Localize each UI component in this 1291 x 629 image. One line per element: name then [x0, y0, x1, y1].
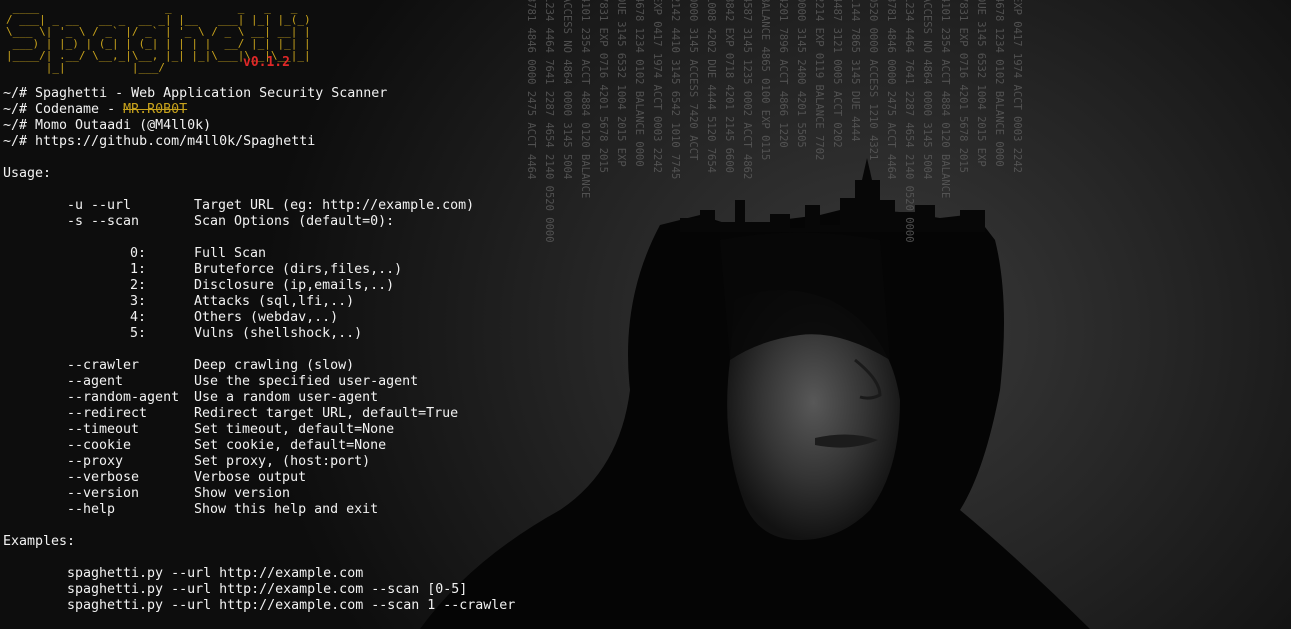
- matrix-column: 7831 EXP 0716 4201 5678 2015: [597, 0, 609, 174]
- option-row: -u --url Target URL (eg: http://example.…: [3, 198, 515, 214]
- banner-title: ~/# Spaghetti - Web Application Security…: [3, 86, 388, 101]
- matrix-column: BALANCE 4865 0100 EXP 0115: [759, 0, 771, 161]
- terminal-output: ____ _ _ _ _ / ___| _ __ __ _ __ _| |__ …: [3, 0, 515, 614]
- examples-heading: Examples:: [3, 534, 76, 549]
- option-row: --proxy Set proxy, (host:port): [3, 454, 515, 470]
- matrix-column: DUE 3145 6532 1004 2015 EXP: [975, 0, 987, 167]
- scan-desc: Vulns (shellshock,..): [194, 326, 363, 341]
- scan-option-row: 1: Bruteforce (dirs,files,..): [3, 262, 515, 278]
- option-desc: Set proxy, (host:port): [194, 454, 371, 469]
- option-flag: --random-agent: [67, 390, 180, 405]
- scan-number: 1:: [130, 262, 147, 277]
- scan-number: 3:: [130, 294, 147, 309]
- matrix-column: 8842 EXP 0718 4201 2145 6600: [723, 0, 735, 174]
- option-flag: --redirect: [67, 406, 148, 421]
- matrix-column: ACCESS NO 4864 0000 3145 5004: [561, 0, 573, 180]
- matrix-column: 3781 4846 0000 2475 ACCT 4464: [525, 0, 537, 180]
- option-desc: Use a random user-agent: [194, 390, 379, 405]
- matrix-column: 4678 1234 0102 BALANCE 0000: [633, 0, 645, 167]
- matrix-column: 1008 4202 DUE 4444 5120 7654: [705, 0, 717, 174]
- option-desc: Set timeout, default=None: [194, 422, 395, 437]
- option-flag: -s --scan: [67, 214, 140, 229]
- matrix-column: 3781 4846 0000 2475 ACCT 4464: [885, 0, 897, 180]
- option-desc: Target URL (eg: http://example.com): [194, 198, 475, 213]
- option-row: --random-agent Use a random user-agent: [3, 390, 515, 406]
- option-desc: Scan Options (default=0):: [194, 214, 395, 229]
- matrix-column: 1144 7865 3145 DUE 4444: [849, 0, 861, 142]
- scan-option-row: 4: Others (webdav,..): [3, 310, 515, 326]
- scan-desc: Others (webdav,..): [194, 310, 339, 325]
- matrix-column: 2214 EXP 0119 BALANCE 7702: [813, 0, 825, 161]
- option-flag: -u --url: [67, 198, 132, 213]
- scan-number: 2:: [130, 278, 147, 293]
- option-flag: --cookie: [67, 438, 132, 453]
- option-flag: --agent: [67, 374, 124, 389]
- option-row: --timeout Set timeout, default=None: [3, 422, 515, 438]
- matrix-column: EXP 0417 1974 ACCT 0003 2242: [651, 0, 663, 174]
- matrix-column: 0520 0000 ACCESS 1210 4321: [867, 0, 879, 161]
- usage-heading: Usage:: [3, 166, 52, 181]
- matrix-column: 4201 7896 ACCT 4866 1220: [777, 0, 789, 148]
- example-command: spaghetti.py --url http://example.com --…: [67, 598, 516, 613]
- matrix-column: 4101 2354 ACCT 4884 0120 BALANCE: [939, 0, 951, 199]
- matrix-column: 4487 3121 0005 ACCT 0202: [831, 0, 843, 148]
- option-desc: Redirect target URL, default=True: [194, 406, 459, 421]
- scan-option-row: 2: Disclosure (ip,emails,..): [3, 278, 515, 294]
- matrix-column: 4587 3145 1235 0002 ACCT 4862: [741, 0, 753, 180]
- option-row: --verbose Verbose output: [3, 470, 515, 486]
- codename-value: MR.R0B0T: [123, 102, 188, 117]
- example-command: spaghetti.py --url http://example.com: [67, 566, 364, 581]
- scan-number: 0:: [130, 246, 147, 261]
- scan-option-row: 5: Vulns (shellshock,..): [3, 326, 515, 342]
- matrix-column: 7831 EXP 0716 4201 5678 2015: [957, 0, 969, 174]
- option-flag: --proxy: [67, 454, 124, 469]
- version-label: v0.1.2: [243, 55, 290, 70]
- option-desc: Verbose output: [194, 470, 307, 485]
- option-desc: Use the specified user-agent: [194, 374, 419, 389]
- option-row: --cookie Set cookie, default=None: [3, 438, 515, 454]
- option-row: --help Show this help and exit: [3, 502, 515, 518]
- option-flag: --verbose: [67, 470, 140, 485]
- matrix-column: 0000 3145 2400 4201 5505: [795, 0, 807, 148]
- option-row: --crawler Deep crawling (slow): [3, 358, 515, 374]
- matrix-column: EXP 0417 1974 ACCT 0003 2242: [1011, 0, 1023, 174]
- terminal-window[interactable]: 3781 4846 0000 2475 ACCT 4464 1234 4464 …: [0, 0, 1291, 629]
- scan-option-row: 0: Full Scan: [3, 246, 515, 262]
- option-flag: --timeout: [67, 422, 140, 437]
- scan-number: 4:: [130, 310, 147, 325]
- option-flag: --version: [67, 486, 140, 501]
- scan-desc: Full Scan: [194, 246, 267, 261]
- scan-number: 5:: [130, 326, 147, 341]
- banner-codename: ~/# Codename - MR.R0B0T: [3, 102, 188, 117]
- matrix-column: 1234 4464 7641 2287 4654 2140 0520 0000: [543, 0, 555, 243]
- option-desc: Deep crawling (slow): [194, 358, 355, 373]
- option-row: --version Show version: [3, 486, 515, 502]
- option-flag: --crawler: [67, 358, 140, 373]
- banner-url: ~/# https://github.com/m4ll0k/Spaghetti: [3, 134, 316, 149]
- option-desc: Show this help and exit: [194, 502, 379, 517]
- matrix-column: 4678 1234 0102 BALANCE 0000: [993, 0, 1005, 167]
- scan-desc: Disclosure (ip,emails,..): [194, 278, 395, 293]
- option-row: --agent Use the specified user-agent: [3, 374, 515, 390]
- matrix-column: ACCESS NO 4864 0000 3145 5004: [921, 0, 933, 180]
- option-row: -s --scan Scan Options (default=0):: [3, 214, 515, 230]
- scan-desc: Attacks (sql,lfi,..): [194, 294, 355, 309]
- option-flag: --help: [67, 502, 116, 517]
- spaghetti-logo: ____ _ _ _ _ / ___| _ __ __ _ __ _| |__ …: [3, 0, 515, 74]
- matrix-column: 0000 3145 ACCESS 7420 ACCT: [687, 0, 699, 161]
- scan-option-row: 3: Attacks (sql,lfi,..): [3, 294, 515, 310]
- option-row: --redirect Redirect target URL, default=…: [3, 406, 515, 422]
- matrix-column: 1234 4464 7641 2287 4654 2140 0520 0000: [903, 0, 915, 243]
- option-desc: Set cookie, default=None: [194, 438, 387, 453]
- scan-desc: Bruteforce (dirs,files,..): [194, 262, 403, 277]
- banner-author: ~/# Momo Outaadi (@M4ll0k): [3, 118, 212, 133]
- matrix-column: 2142 4410 3145 6542 1010 7745: [669, 0, 681, 180]
- matrix-column: 4101 2354 ACCT 4884 0120 BALANCE: [579, 0, 591, 199]
- example-command: spaghetti.py --url http://example.com --…: [67, 582, 468, 597]
- matrix-column: DUE 3145 6532 1004 2015 EXP: [615, 0, 627, 167]
- option-desc: Show version: [194, 486, 291, 501]
